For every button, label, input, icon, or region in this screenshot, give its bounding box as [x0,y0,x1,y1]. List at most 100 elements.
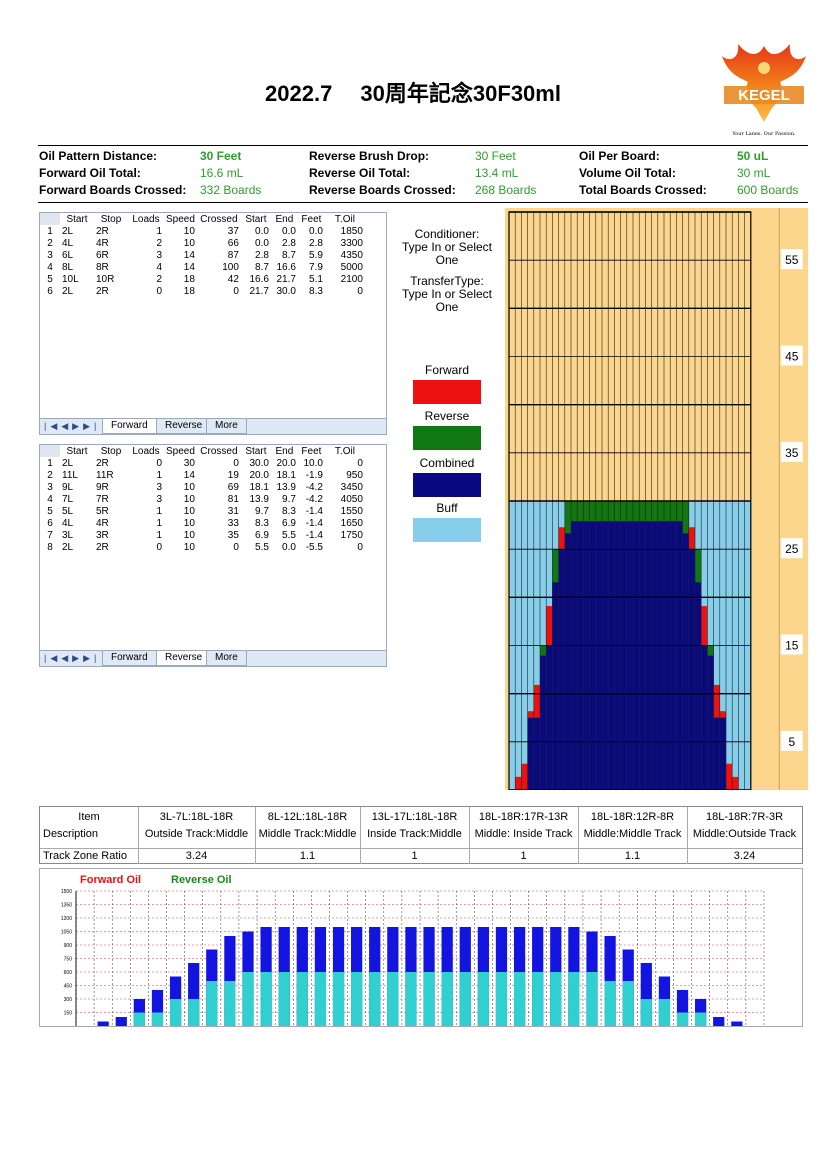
column-header[interactable]: Crossed [197,213,241,225]
table-cell[interactable]: 8L [60,261,94,273]
sheet-nav-arrows-icon[interactable]: |◀◀▶▶| [44,421,100,432]
table-cell[interactable]: 10 [164,517,197,529]
column-header[interactable]: End [271,445,298,457]
table-cell[interactable]: 2L [60,541,94,553]
table-cell[interactable]: 13.9 [271,481,298,493]
table-cell[interactable]: 3L [60,529,94,541]
table-cell[interactable]: 4L [60,517,94,529]
table-cell[interactable]: 30.0 [241,457,271,469]
table-cell[interactable]: 11L [60,469,94,481]
table-cell[interactable]: 2L [60,457,94,469]
table-cell[interactable]: 10 [164,505,197,517]
table-cell[interactable]: -1.4 [298,529,325,541]
table-row[interactable]: 7 3L 3R 1 10 35 6.9 5.5 -1.4 1750 [40,529,365,541]
table-cell[interactable]: 3 [128,481,164,493]
table-cell[interactable]: 9R [94,481,128,493]
table-cell[interactable]: -1.9 [298,469,325,481]
table-cell[interactable]: 9.7 [271,493,298,505]
table-cell[interactable]: 5L [60,505,94,517]
table-cell[interactable]: 1 [128,517,164,529]
table-cell[interactable]: 3 [128,249,164,261]
table-cell[interactable]: 1 [128,529,164,541]
table-cell[interactable]: 1 [128,505,164,517]
table-cell[interactable]: 2.8 [241,249,271,261]
column-header[interactable]: Loads [128,445,164,457]
table-cell[interactable]: 13.9 [241,493,271,505]
table-cell[interactable]: 14 [164,469,197,481]
table-cell[interactable]: 33 [197,517,241,529]
table-cell[interactable]: 10R [94,273,128,285]
table-cell[interactable]: 1650 [325,517,365,529]
table-cell[interactable]: 7R [94,493,128,505]
table-cell[interactable]: 7.9 [298,261,325,273]
table-cell[interactable]: 4050 [325,493,365,505]
column-header[interactable]: Feet [298,213,325,225]
table-cell[interactable]: 0 [325,285,365,297]
tab-more[interactable]: More [206,419,247,434]
table-cell[interactable]: 0.0 [241,237,271,249]
table-cell[interactable]: 0 [197,541,241,553]
table-cell[interactable]: 10.0 [298,457,325,469]
table-cell[interactable]: 5.1 [298,273,325,285]
table-cell[interactable]: 0 [325,457,365,469]
column-header[interactable]: Crossed [197,445,241,457]
table-cell[interactable]: 4R [94,517,128,529]
table-cell[interactable]: 0.0 [298,225,325,237]
table-cell[interactable]: 2L [60,225,94,237]
tab-reverse[interactable]: Reverse [156,419,212,434]
table-cell[interactable]: -5.5 [298,541,325,553]
table-row[interactable]: 1 2L 2R 0 30 0 30.0 20.0 10.0 0 [40,457,365,469]
table-cell[interactable]: 3R [94,529,128,541]
tab-forward[interactable]: Forward [102,651,157,666]
table-cell[interactable]: 8.7 [271,249,298,261]
table-cell[interactable]: 18.1 [271,469,298,481]
table-cell[interactable]: 0.0 [241,225,271,237]
table-row[interactable]: 6 4L 4R 1 10 33 8.3 6.9 -1.4 1650 [40,517,365,529]
column-header[interactable]: T.Oil [325,445,365,457]
column-header[interactable]: Start [241,445,271,457]
table-row[interactable]: 3 9L 9R 3 10 69 18.1 13.9 -4.2 3450 [40,481,365,493]
column-header[interactable]: End [271,213,298,225]
column-header[interactable]: Start [60,445,94,457]
table-cell[interactable]: 4350 [325,249,365,261]
table-cell[interactable]: 0 [128,541,164,553]
table-cell[interactable]: 2L [60,285,94,297]
table-cell[interactable]: 0 [128,457,164,469]
tab-reverse[interactable]: Reverse [156,651,212,666]
table-cell[interactable]: 18 [164,285,197,297]
forward-load-grid[interactable]: Start Stop Loads Speed Crossed Start End Feet T.… [39,212,387,435]
table-cell[interactable]: 5000 [325,261,365,273]
table-cell[interactable]: 1550 [325,505,365,517]
column-header[interactable]: Stop [94,213,128,225]
table-row[interactable]: 5 10L 10R 2 18 42 16.6 21.7 5.1 2100 [40,273,365,285]
table-cell[interactable]: 18 [164,273,197,285]
table-cell[interactable]: 14 [164,261,197,273]
table-cell[interactable]: 66 [197,237,241,249]
table-cell[interactable]: 9L [60,481,94,493]
table-corner[interactable] [40,213,60,225]
table-cell[interactable]: -4.2 [298,481,325,493]
table-row[interactable]: 8 2L 2R 0 10 0 5.5 0.0 -5.5 0 [40,541,365,553]
table-cell[interactable]: 10 [164,529,197,541]
table-cell[interactable]: 2.8 [271,237,298,249]
table-cell[interactable]: 16.6 [241,273,271,285]
column-header[interactable]: Start [60,213,94,225]
table-cell[interactable]: 37 [197,225,241,237]
table-cell[interactable]: 1850 [325,225,365,237]
table-cell[interactable]: 100 [197,261,241,273]
table-cell[interactable]: 1 [128,225,164,237]
table-cell[interactable]: 8.3 [298,285,325,297]
column-header[interactable]: Feet [298,445,325,457]
table-cell[interactable]: 14 [164,249,197,261]
table-cell[interactable]: 10 [164,481,197,493]
table-cell[interactable]: 42 [197,273,241,285]
table-cell[interactable]: 5R [94,505,128,517]
table-cell[interactable]: 4R [94,237,128,249]
table-cell[interactable]: 0 [197,457,241,469]
column-header[interactable]: Loads [128,213,164,225]
column-header[interactable]: Start [241,213,271,225]
table-row[interactable]: 6 2L 2R 0 18 0 21.7 30.0 8.3 0 [40,285,365,297]
table-row[interactable]: 1 2L 2R 1 10 37 0.0 0.0 0.0 1850 [40,225,365,237]
table-cell[interactable]: 2 [128,273,164,285]
reverse-load-grid[interactable]: Start Stop Loads Speed Crossed Start End Feet T.… [39,444,387,667]
